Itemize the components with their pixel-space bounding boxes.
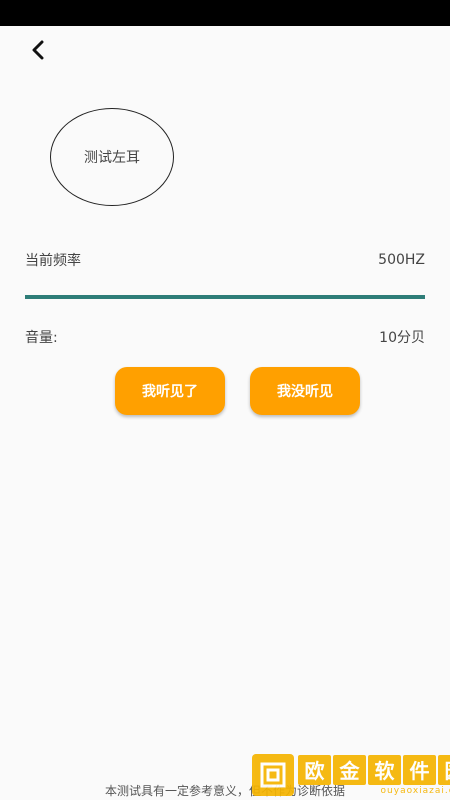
not-heard-button[interactable]: 我没听见	[250, 367, 360, 415]
frequency-progress-bar	[25, 295, 425, 299]
back-button[interactable]	[24, 36, 52, 64]
volume-value: 10分贝	[379, 330, 425, 346]
frequency-value: 500HZ	[378, 252, 425, 268]
watermark-char: 园	[438, 754, 450, 785]
volume-label: 音量:	[25, 330, 58, 346]
watermark-char: 软	[368, 754, 401, 785]
test-ear-label: 测试左耳	[84, 150, 140, 166]
watermark: 欧 金 软 件 园 ouyaoxiazai.com	[252, 752, 450, 798]
watermark-text: 欧 金 软 件 园 ouyaoxiazai.com	[298, 754, 450, 796]
frequency-label: 当前频率	[25, 253, 81, 269]
watermark-char: 欧	[298, 754, 331, 785]
watermark-char: 件	[403, 754, 436, 785]
volume-row: 音量: 10分贝	[25, 325, 425, 349]
watermark-url: ouyaoxiazai.com	[380, 785, 450, 796]
heard-button[interactable]: 我听见了	[115, 367, 225, 415]
test-ear-indicator: 测试左耳	[50, 108, 174, 206]
watermark-title: 欧 金 软 件 园	[298, 754, 450, 785]
frequency-progress-fill	[25, 295, 425, 299]
status-bar	[0, 0, 450, 26]
frequency-row: 当前频率 500HZ	[25, 248, 425, 272]
chevron-left-icon	[32, 40, 44, 60]
watermark-char: 金	[333, 754, 366, 785]
watermark-logo-icon	[252, 754, 294, 796]
